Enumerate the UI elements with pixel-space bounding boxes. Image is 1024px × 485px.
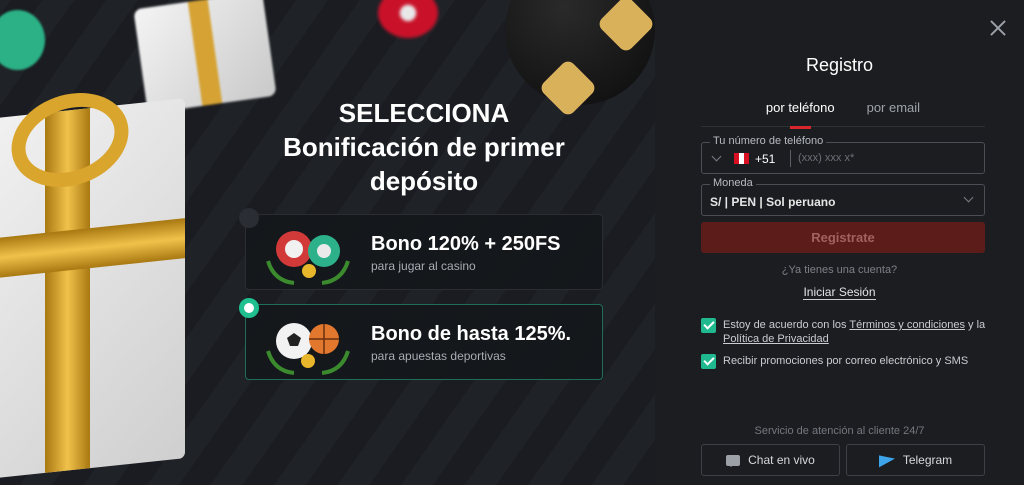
phone-field-label: Tu número de teléfono — [710, 135, 827, 147]
register-button[interactable]: Registrate — [701, 222, 985, 253]
bonus-subtitle: para jugar al casino — [371, 259, 476, 273]
country-code[interactable]: +51 — [755, 152, 775, 166]
registration-modal: SELECCIONA Bonificación de primer depósi… — [0, 0, 1024, 485]
bonus-subtitle: para apuestas deportivas — [371, 349, 506, 363]
login-link[interactable]: Iniciar Sesión — [803, 285, 876, 300]
terms-link[interactable]: Términos y condiciones — [849, 319, 965, 331]
peru-flag-icon[interactable] — [734, 153, 749, 164]
live-chat-label: Chat en vivo — [748, 453, 815, 467]
terms-consent-label: Estoy de acuerdo con los Términos y cond… — [723, 319, 986, 345]
sports-balls-icon — [264, 311, 352, 375]
form-title: Registro — [805, 55, 874, 75]
radio-selected-icon[interactable] — [239, 298, 259, 318]
phone-field: Tu número de teléfono +51 — [701, 135, 985, 174]
bonus-headline: Bono 120% + 250FS — [371, 233, 561, 255]
bonus-headline: Bono de hasta 125%. — [371, 323, 572, 345]
currency-value[interactable]: S/ | PEN | Sol peruano — [710, 195, 835, 209]
close-icon[interactable] — [990, 20, 1006, 36]
promo-title: SELECCIONA Bonificación de primer depósi… — [283, 98, 565, 196]
have-account-text: ¿Ya tienes una cuenta? — [781, 264, 898, 276]
casino-chip-decoration — [378, 0, 438, 38]
phone-input[interactable] — [798, 148, 978, 168]
currency-select[interactable]: Moneda S/ | PEN | Sol peruano — [701, 177, 985, 216]
privacy-link[interactable]: Política de Privacidad — [723, 333, 829, 345]
registration-form: Registro por teléfono por email Tu númer… — [655, 0, 1024, 485]
telegram-button[interactable]: Telegram — [846, 444, 985, 476]
check-icon[interactable] — [701, 318, 716, 333]
promotions-consent-checkbox[interactable]: Recibir promociones por correo electróni… — [701, 354, 991, 369]
promotions-consent-label: Recibir promociones por correo electróni… — [723, 355, 969, 367]
support-label: Servicio de atención al cliente 24/7 — [754, 425, 925, 437]
tab-phone[interactable]: por teléfono — [766, 100, 835, 129]
currency-field-label: Moneda — [710, 177, 756, 189]
soccer-ball-decoration — [505, 0, 655, 118]
telegram-label: Telegram — [902, 453, 953, 467]
chevron-down-icon[interactable] — [963, 192, 974, 203]
chevron-down-icon[interactable] — [711, 151, 722, 162]
live-chat-button[interactable]: Chat en vivo — [701, 444, 840, 476]
registration-tabs: por teléfono por email — [701, 100, 985, 129]
divider — [790, 150, 791, 167]
sports-bonus-option[interactable]: Bono de hasta 125%. para apuestas deport… — [239, 298, 603, 380]
chat-icon — [726, 454, 741, 467]
terms-consent-checkbox[interactable]: Estoy de acuerdo con los Términos y cond… — [701, 318, 991, 346]
telegram-icon — [878, 452, 895, 468]
bonus-promo-panel: SELECCIONA Bonificación de primer depósi… — [0, 0, 655, 485]
casino-chip-decoration — [0, 10, 45, 70]
login-link-wrapper: Iniciar Sesión — [655, 285, 1024, 300]
radio-icon[interactable] — [239, 208, 259, 228]
tab-email[interactable]: por email — [867, 100, 920, 127]
casino-bonus-option[interactable]: Bono 120% + 250FS para jugar al casino — [239, 208, 603, 290]
casino-chips-icon — [264, 221, 352, 285]
check-icon[interactable] — [701, 354, 716, 369]
